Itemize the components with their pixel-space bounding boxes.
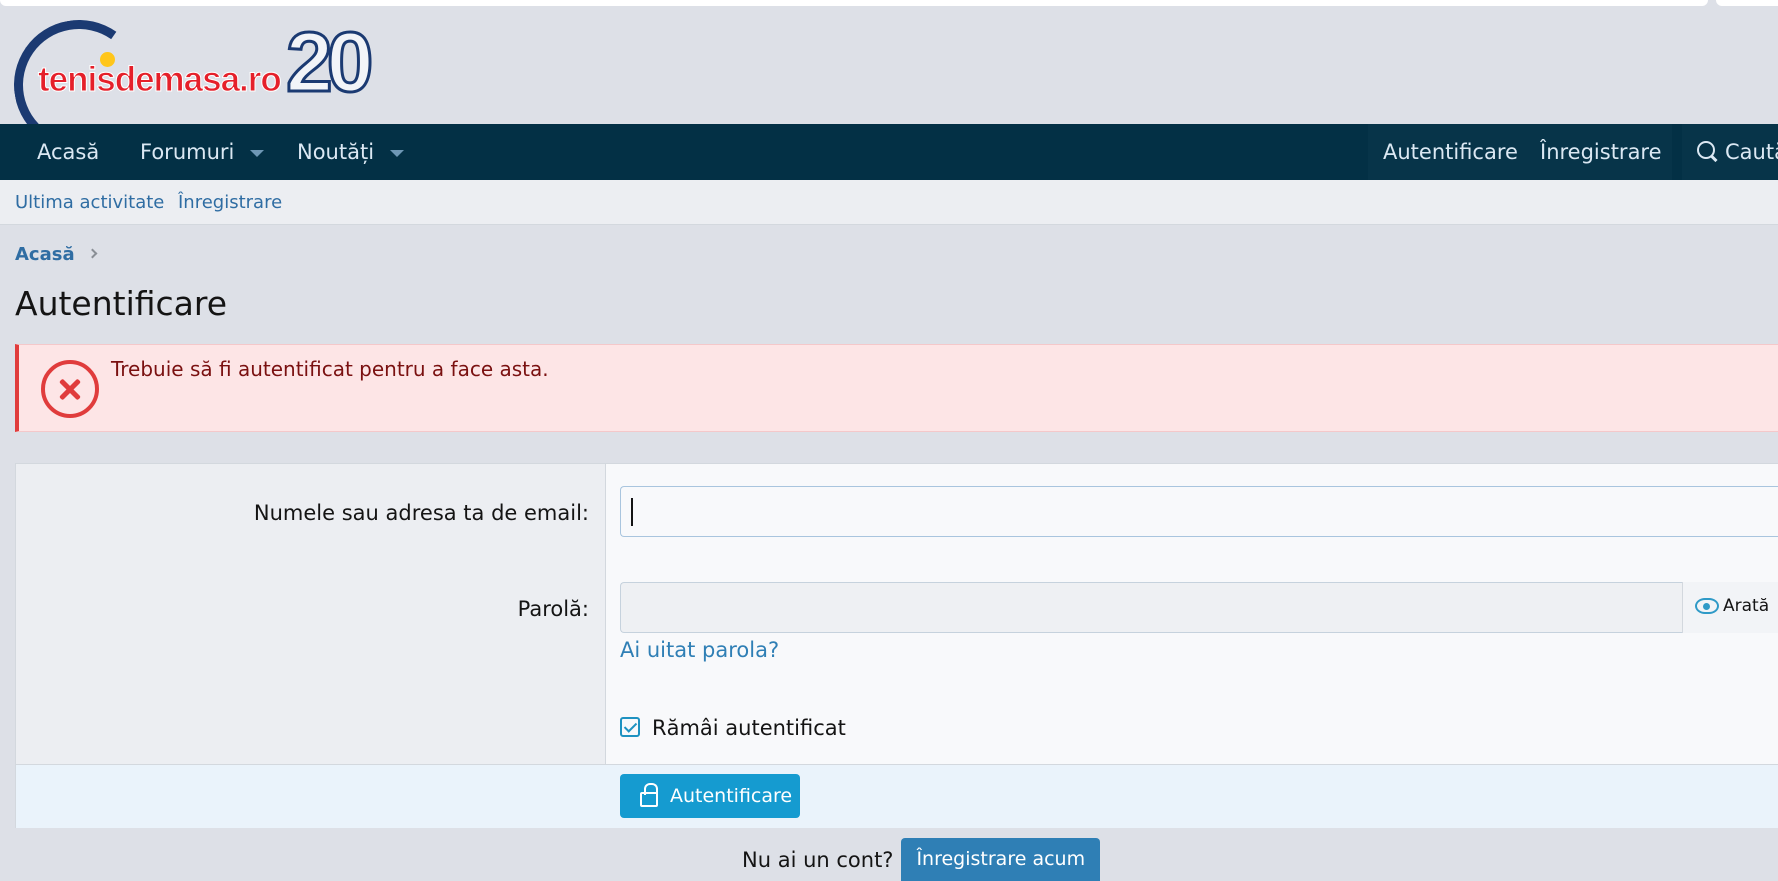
logo-brand-text: tenisdemasa.ro — [38, 60, 283, 100]
page-title: Autentificare — [15, 284, 228, 323]
forgot-password-link[interactable]: Ai uitat parola? — [620, 638, 779, 662]
nav-item-news[interactable]: Noutăți — [297, 124, 405, 180]
eye-icon — [1695, 598, 1719, 614]
register-now-button[interactable]: Înregistrare acum — [901, 838, 1101, 881]
nav-search-label: Caută — [1725, 140, 1778, 164]
chevron-right-icon — [87, 248, 98, 258]
chevron-down-icon[interactable] — [390, 149, 405, 157]
remember-me-checkbox[interactable] — [620, 717, 640, 737]
nav-item-forums-label: Forumuri — [140, 140, 235, 164]
password-input[interactable] — [620, 582, 1682, 633]
chevron-down-icon[interactable] — [250, 149, 265, 157]
login-submit-button[interactable]: Autentificare — [620, 774, 800, 818]
login-submit-label: Autentificare — [670, 785, 793, 807]
account-nav-group: Autentificare Înregistrare — [1368, 124, 1672, 180]
main-navbar: Acasă Forumuri Noutăți Autentificare Înr… — [0, 124, 1778, 180]
search-nav-group: Caută — [1682, 124, 1778, 180]
lock-icon — [640, 783, 658, 807]
breadcrumb: Acasă — [15, 244, 98, 265]
site-logo[interactable]: tenisdemasa.ro 20 — [3, 9, 394, 161]
error-message-box: Trebuie să fi autentificat pentru a face… — [15, 344, 1778, 432]
top-bar-right — [1716, 0, 1778, 6]
show-password-label: Arată — [1723, 596, 1770, 616]
nav-register-link[interactable]: Înregistrare — [1540, 124, 1662, 180]
browser-top-strip — [0, 0, 1778, 8]
search-icon — [1697, 141, 1717, 161]
breadcrumb-home[interactable]: Acasă — [15, 244, 75, 265]
nav-item-forums[interactable]: Forumuri — [140, 124, 265, 180]
remember-me-row[interactable]: Rămâi autentificat — [620, 716, 846, 740]
username-input[interactable] — [620, 486, 1778, 537]
signup-row: Nu ai un cont? Înregistrare acum — [742, 838, 1101, 881]
nav-search-button[interactable]: Caută — [1697, 124, 1778, 180]
nav-item-home[interactable]: Acasă — [37, 124, 99, 180]
logo-anniversary-badge: 20 — [284, 15, 374, 109]
remember-me-label: Rămâi autentificat — [652, 716, 846, 740]
site-header: tenisdemasa.ro 20 — [0, 8, 1778, 161]
sub-navbar: Ultima activitate Înregistrare — [0, 180, 1778, 225]
top-bar-left — [0, 0, 1708, 6]
login-form: Numele sau adresa ta de email: Parolă: A… — [15, 463, 1778, 828]
password-label: Parolă: — [517, 597, 589, 621]
nav-item-news-label: Noutăți — [297, 140, 375, 164]
error-message-text: Trebuie să fi autentificat pentru a face… — [111, 357, 549, 381]
show-password-button[interactable]: Arată — [1682, 582, 1778, 633]
form-footer: Autentificare — [16, 764, 1778, 828]
error-circle-x-icon — [41, 360, 99, 418]
subnav-latest-activity[interactable]: Ultima activitate — [15, 180, 164, 225]
username-label: Numele sau adresa ta de email: — [253, 501, 589, 525]
text-caret — [631, 498, 633, 526]
signup-prompt: Nu ai un cont? — [742, 847, 894, 872]
nav-login-link[interactable]: Autentificare — [1383, 124, 1518, 180]
subnav-register[interactable]: Înregistrare — [178, 180, 282, 225]
